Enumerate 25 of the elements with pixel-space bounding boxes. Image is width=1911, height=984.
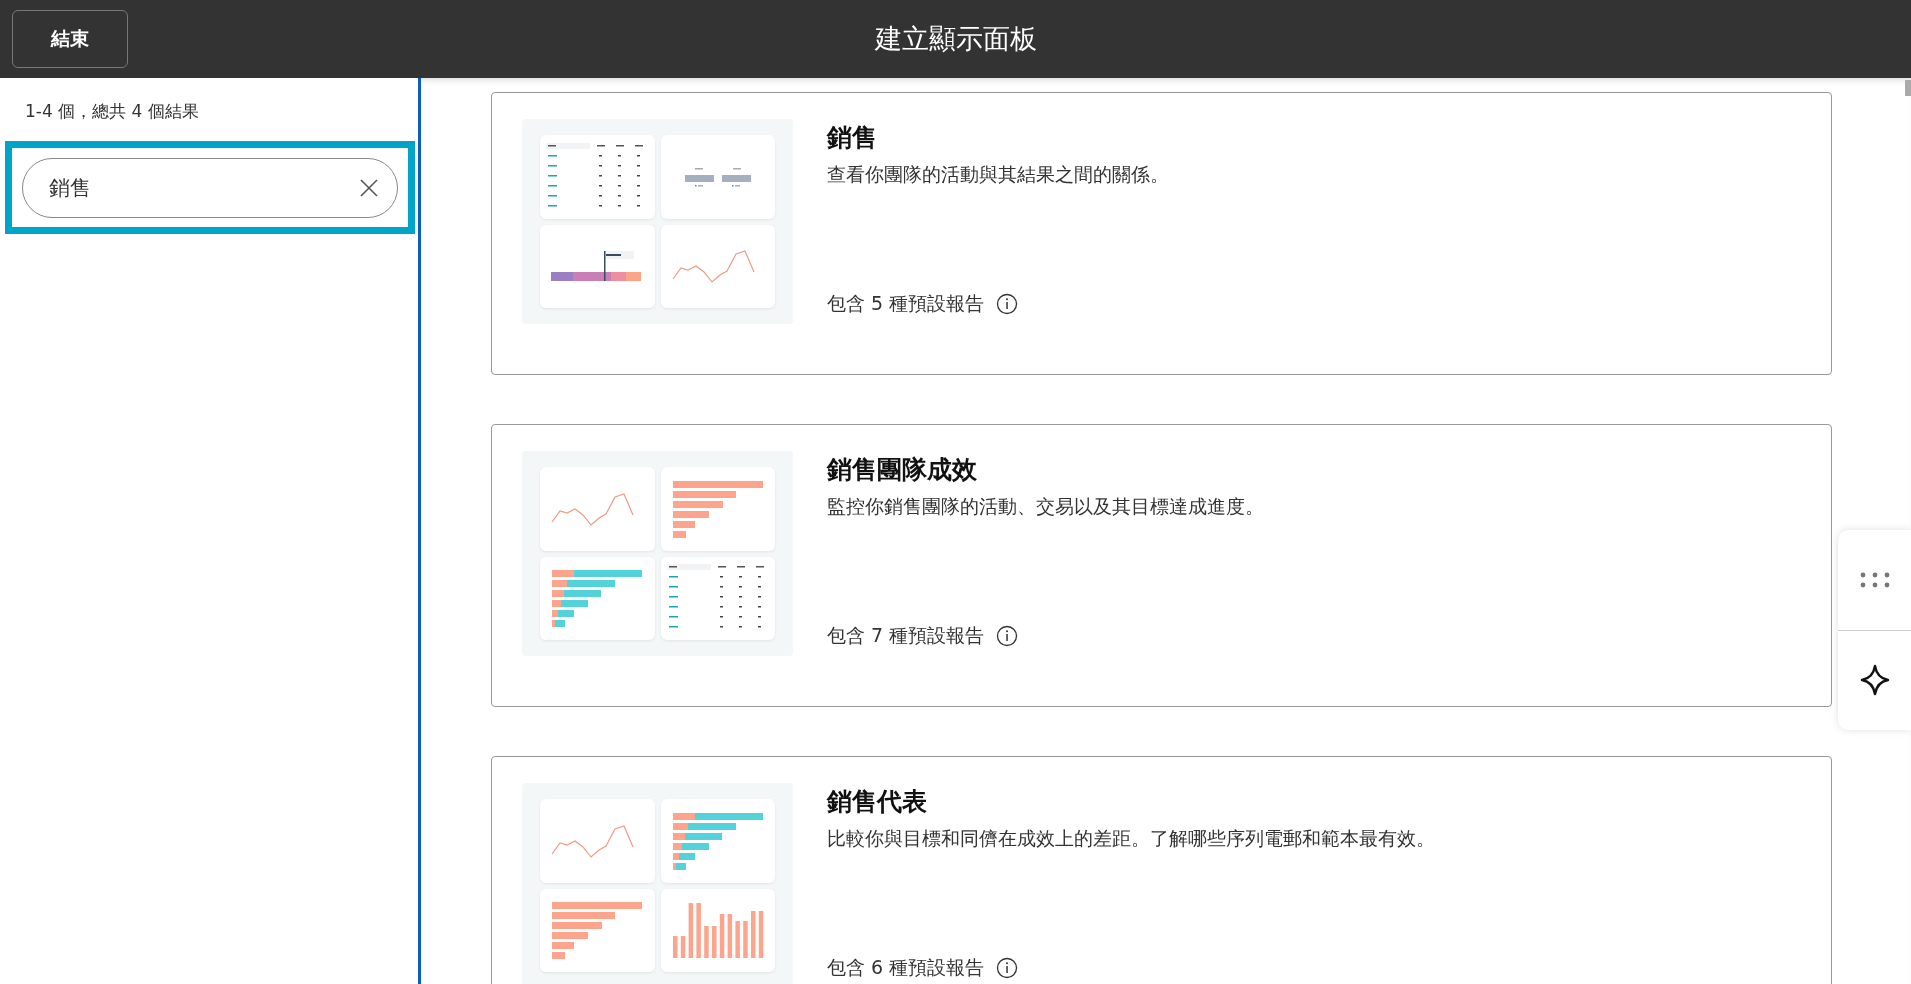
- search-field[interactable]: 銷售: [22, 158, 398, 218]
- search-input[interactable]: 銷售: [47, 175, 359, 201]
- scrollbar-thumb[interactable]: [1905, 80, 1911, 96]
- template-title: 銷售團隊成效: [827, 454, 978, 486]
- template-description: 查看你團隊的活動與其結果之間的關係。: [827, 162, 1169, 187]
- dots-icon: [1858, 570, 1891, 589]
- kpi-drawing: [682, 165, 753, 188]
- template-title: 銷售: [827, 122, 878, 154]
- result-count: 1-4 個，總共 4 個結果: [24, 100, 200, 123]
- info-icon[interactable]: [996, 625, 1019, 647]
- template-card[interactable]: 銷售代表 比較你與目標和同儕在成效上的差距。了解哪些序列電郵和範本最有效。 包含 6 種預設報告: [491, 756, 1832, 984]
- template-description: 監控你銷售團隊的活動、交易以及其目標達成進度。: [827, 494, 1264, 519]
- report-count: 包含 7 種預設報告: [827, 623, 985, 648]
- template-card[interactable]: 銷售團隊成效 監控你銷售團隊的活動、交易以及其目標達成進度。 包含 7 種預設報告: [491, 424, 1832, 707]
- template-description: 比較你與目標和同儕在成效上的差距。了解哪些序列電郵和範本最有效。: [827, 826, 1435, 851]
- end-button[interactable]: 結束: [12, 10, 128, 68]
- template-card[interactable]: 銷售 查看你團隊的活動與其結果之間的關係。 包含 5 種預設報告: [491, 92, 1832, 375]
- page-title: 建立顯示面板: [874, 22, 1037, 56]
- sparkle-icon: [1859, 664, 1890, 697]
- template-title: 銷售代表: [827, 786, 928, 818]
- report-count: 包含 5 種預設報告: [827, 291, 985, 316]
- info-icon[interactable]: [996, 957, 1019, 979]
- info-icon[interactable]: [996, 293, 1019, 315]
- report-count: 包含 6 種預設報告: [827, 955, 985, 980]
- close-icon[interactable]: [359, 178, 379, 198]
